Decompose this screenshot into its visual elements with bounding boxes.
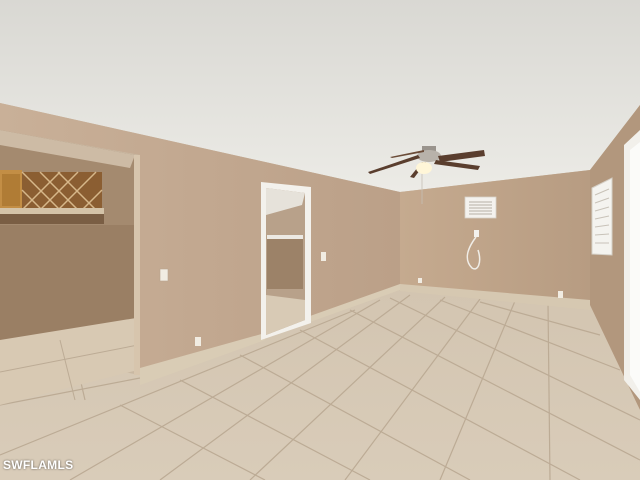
closet-opening [0, 130, 140, 405]
watermark-text: SWFLAMLS [3, 458, 74, 472]
outlet-left [195, 337, 201, 346]
doorway [261, 182, 311, 340]
room-illustration [0, 0, 640, 480]
light-switch-door [321, 252, 326, 261]
outlet-back-small [418, 278, 422, 283]
window [591, 177, 613, 256]
outlet-back [558, 291, 563, 298]
light-switch-left [159, 268, 169, 282]
room-photo: SWFLAMLS [0, 0, 640, 480]
